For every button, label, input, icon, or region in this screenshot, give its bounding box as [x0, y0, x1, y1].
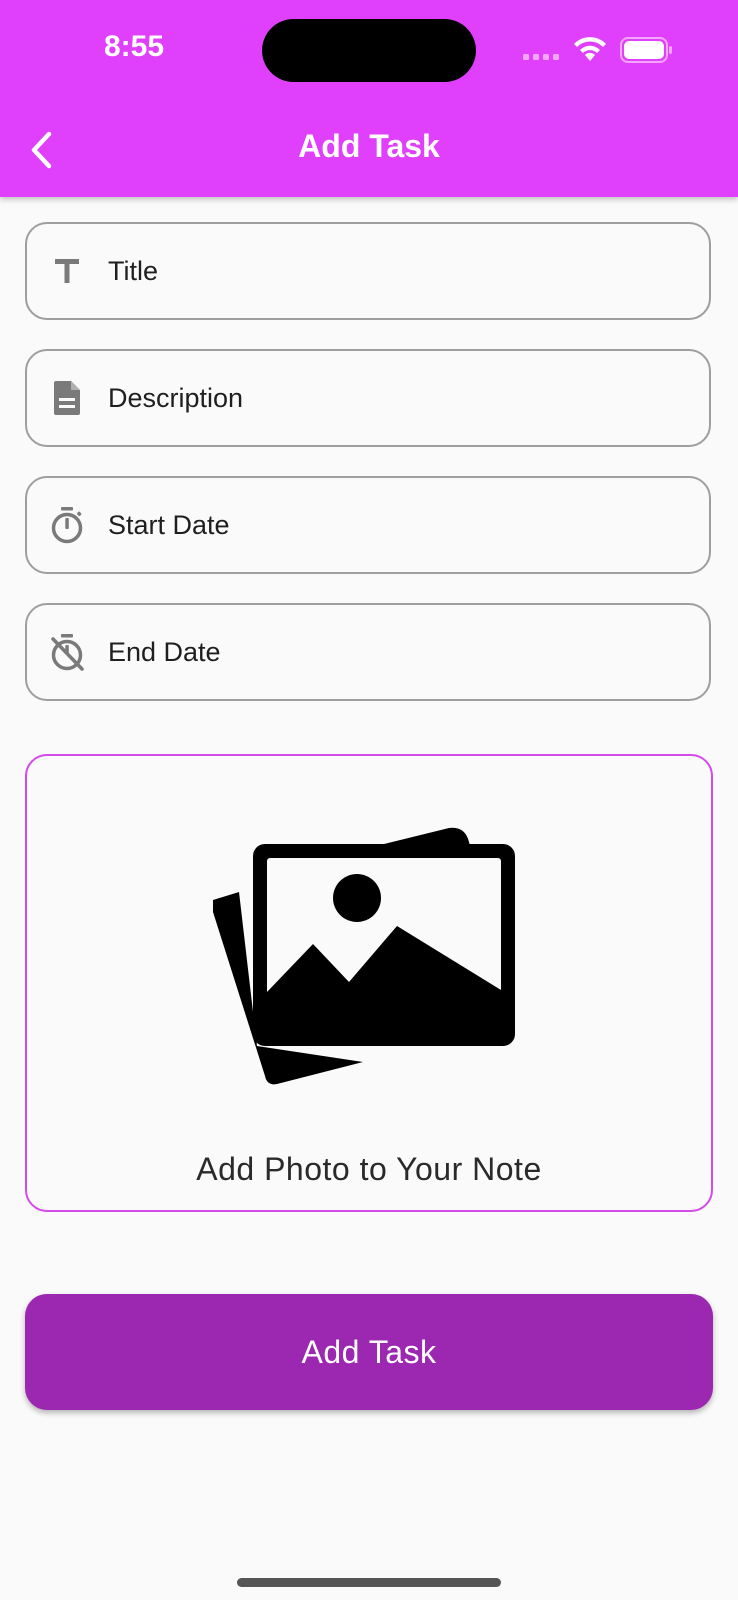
description-field[interactable]: Description: [25, 349, 711, 447]
add-task-button[interactable]: Add Task: [25, 1294, 713, 1410]
start-date-field[interactable]: Start Date: [25, 476, 711, 574]
end-date-field[interactable]: End Date: [25, 603, 711, 701]
title-field[interactable]: Title: [25, 222, 711, 320]
dynamic-island: [262, 19, 476, 82]
app-bar: 8:55 Add Task: [0, 0, 738, 197]
add-photo-area[interactable]: Add Photo to Your Note: [25, 754, 713, 1212]
document-icon: [50, 379, 84, 417]
title-field-label: Title: [108, 255, 159, 286]
home-indicator: [237, 1578, 501, 1587]
end-date-field-label: End Date: [108, 636, 221, 667]
start-date-field-label: Start Date: [108, 509, 230, 540]
timer-icon: [50, 506, 84, 544]
status-time: 8:55: [104, 30, 165, 63]
photo-library-icon: [213, 827, 515, 1085]
wifi-icon: [574, 37, 606, 61]
cellular-signal-icon: [523, 54, 559, 60]
page-title: Add Task: [298, 128, 440, 164]
timer-off-icon: [50, 633, 84, 671]
battery-icon: [620, 37, 672, 63]
add-photo-label: Add Photo to Your Note: [196, 1151, 542, 1187]
text-title-icon: [50, 252, 84, 290]
description-field-label: Description: [108, 382, 244, 413]
